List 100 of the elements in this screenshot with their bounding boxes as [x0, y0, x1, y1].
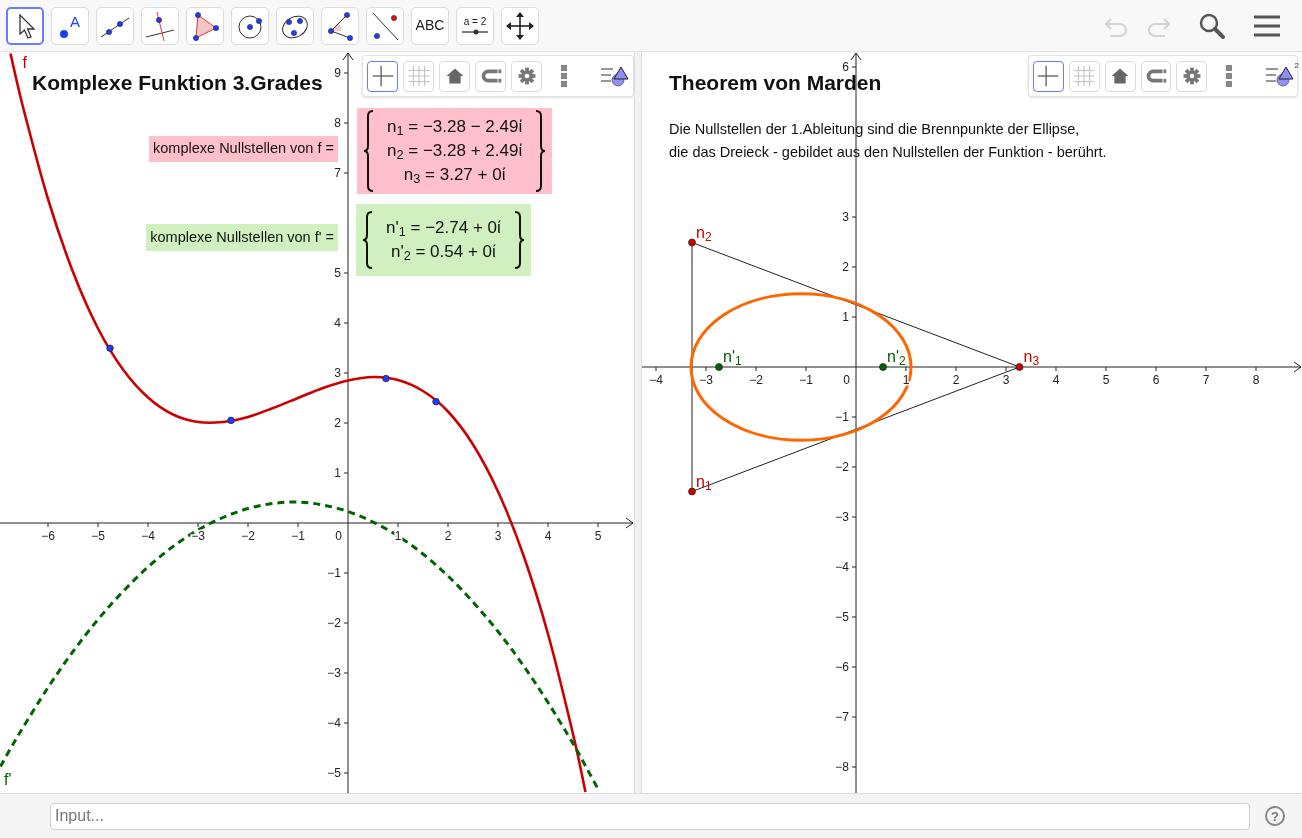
- point-marker: [106, 344, 114, 352]
- axis-tick-label: −4: [327, 716, 341, 730]
- point-marker: [382, 374, 390, 383]
- axis-tick-label: −5: [327, 766, 341, 780]
- angle-icon: [325, 10, 355, 41]
- axis-tick-label: −2: [835, 460, 849, 474]
- tool-button[interactable]: A: [51, 6, 89, 45]
- vertical-dots-icon: [1225, 64, 1234, 88]
- axis-tick-label: 3: [842, 210, 849, 224]
- vertical-dots-icon: [560, 64, 568, 88]
- formula-line: n'$_{2}$ = 0.54 + 0ί: [390, 241, 496, 264]
- point-marker: [227, 416, 235, 425]
- text-label: komplexe Nullstellen von f =: [149, 136, 338, 162]
- function-label: f': [4, 770, 12, 789]
- axis-tick-label: −5: [835, 610, 849, 624]
- axis-tick-label: −2: [241, 529, 255, 543]
- graphics-style-button[interactable]: 2: [1263, 60, 1297, 92]
- formula-line: n$_{3}$ = 3.27 + 0ί: [403, 164, 506, 187]
- axis-tick-label: 3: [334, 366, 341, 380]
- axis-tick-label: 4: [334, 316, 341, 330]
- axis-tick-label: −3: [699, 373, 713, 387]
- point-marker: [432, 398, 440, 406]
- triangle-icon: [190, 10, 220, 41]
- point-label: n$_{3}$: [1023, 348, 1040, 366]
- axis-tick-label: −7: [835, 710, 849, 724]
- axis-tick-label: −5: [91, 529, 105, 543]
- axis-tick-label: 7: [334, 166, 341, 180]
- axis-tick-label: 5: [1102, 373, 1110, 387]
- slider-label: a = 2: [463, 15, 487, 28]
- four-way-arrow-icon: [505, 10, 535, 41]
- axis-tick-label: −4: [649, 373, 663, 387]
- axis-tick-label: 9: [334, 66, 341, 80]
- axis-tick-label: 3: [494, 529, 502, 543]
- axis-tick-label: −3: [191, 529, 205, 543]
- point-icon: [59, 28, 69, 39]
- home-button[interactable]: [439, 60, 470, 92]
- magnet-button[interactable]: [1140, 60, 1172, 92]
- description-text: Die Nullstellen der 1.Ableitung sind die Brennpunkte der Ellipse, die das Dreieck - gebildet aus den Nullstellen der Funktion - berührt.: [669, 120, 1107, 162]
- right-brace-icon: [512, 211, 525, 269]
- axis-tick-label: −4: [141, 529, 155, 543]
- point-name: A: [70, 11, 80, 32]
- axis-tick-label: −1: [799, 373, 813, 387]
- right-brace-icon: [534, 110, 547, 192]
- axis-tick-label: 2: [334, 416, 341, 430]
- origin-label: 0: [843, 373, 850, 387]
- point-label: n$_{2}$: [696, 223, 712, 242]
- axis-tick-label: −2: [749, 373, 763, 387]
- perpendicular-lines-icon: [145, 10, 175, 41]
- axis-tick-label: 2: [444, 529, 452, 543]
- function-label: f: [22, 54, 27, 72]
- axis-tick-label: −6: [835, 660, 849, 674]
- axis-tick-label: 6: [1152, 373, 1160, 387]
- shapes-icon: [600, 64, 630, 88]
- axis-tick-label: 5: [594, 529, 602, 543]
- axis-tick-label: 1: [842, 310, 849, 324]
- axis-tick-label: 7: [1202, 373, 1210, 387]
- help-button[interactable]: ?: [1265, 806, 1285, 826]
- point-label: n'$_{2}$: [887, 348, 906, 366]
- axis-tick-label: 8: [1252, 373, 1260, 387]
- formula-line: n'$_{1}$ = −2.74 + 0ί: [386, 217, 501, 240]
- axis-tick-label: 4: [1052, 373, 1060, 387]
- axis-tick-label: 5: [334, 266, 341, 280]
- axis-tick-label: 3: [1002, 373, 1010, 387]
- axis-tick-label: 8: [334, 116, 341, 130]
- reflection-icon: [370, 10, 400, 41]
- axis-tick-label: −8: [835, 760, 849, 774]
- axes-button[interactable]: [367, 60, 398, 92]
- axis-tick-label: −4: [835, 560, 849, 574]
- axis-tick-label: −1: [327, 566, 341, 580]
- axis-tick-label: 2: [952, 373, 960, 387]
- tool-button[interactable]: a = 2: [456, 6, 494, 45]
- axis-tick-label: 1: [334, 466, 341, 480]
- axis-tick-label: −2: [327, 616, 341, 630]
- axis-tick-label: 6: [842, 60, 849, 74]
- slider-icon: [461, 27, 489, 36]
- left-brace-icon: [362, 211, 374, 269]
- tool-button[interactable]: [6, 6, 44, 45]
- axis-tick-label: 1: [394, 529, 402, 543]
- axis-tick-label: −1: [835, 410, 849, 424]
- axis-tick-label: −1: [291, 529, 305, 543]
- axis-tick-label: −3: [835, 510, 849, 524]
- home-button[interactable]: [1104, 60, 1136, 92]
- left-brace-icon: [363, 110, 375, 192]
- formula-line: n$_{1}$ = −3.28 − 2.49ί: [387, 116, 523, 139]
- input-field[interactable]: Input...: [50, 802, 1250, 830]
- settings-button[interactable]: [511, 60, 542, 92]
- axes-button[interactable]: [1033, 60, 1064, 92]
- axis-tick-label: 2: [842, 260, 849, 274]
- axis-tick-label: 4: [544, 529, 552, 543]
- point-label: n$_{1}$: [696, 472, 712, 491]
- axis-tick-label: −3: [327, 666, 341, 680]
- point-label: n'$_{1}$: [723, 348, 742, 366]
- magnet-button[interactable]: [475, 60, 506, 92]
- formula-line: n$_{2}$ = −3.28 + 2.49ί: [387, 140, 523, 163]
- origin-label: 0: [335, 529, 342, 543]
- tool-button[interactable]: ABC: [411, 6, 449, 45]
- shapes-icon: [1265, 64, 1296, 88]
- settings-button[interactable]: [1176, 60, 1208, 92]
- view-title: Komplexe Funktion 3.Grades: [32, 70, 323, 96]
- text-label: komplexe Nullstellen von f' =: [146, 224, 338, 251]
